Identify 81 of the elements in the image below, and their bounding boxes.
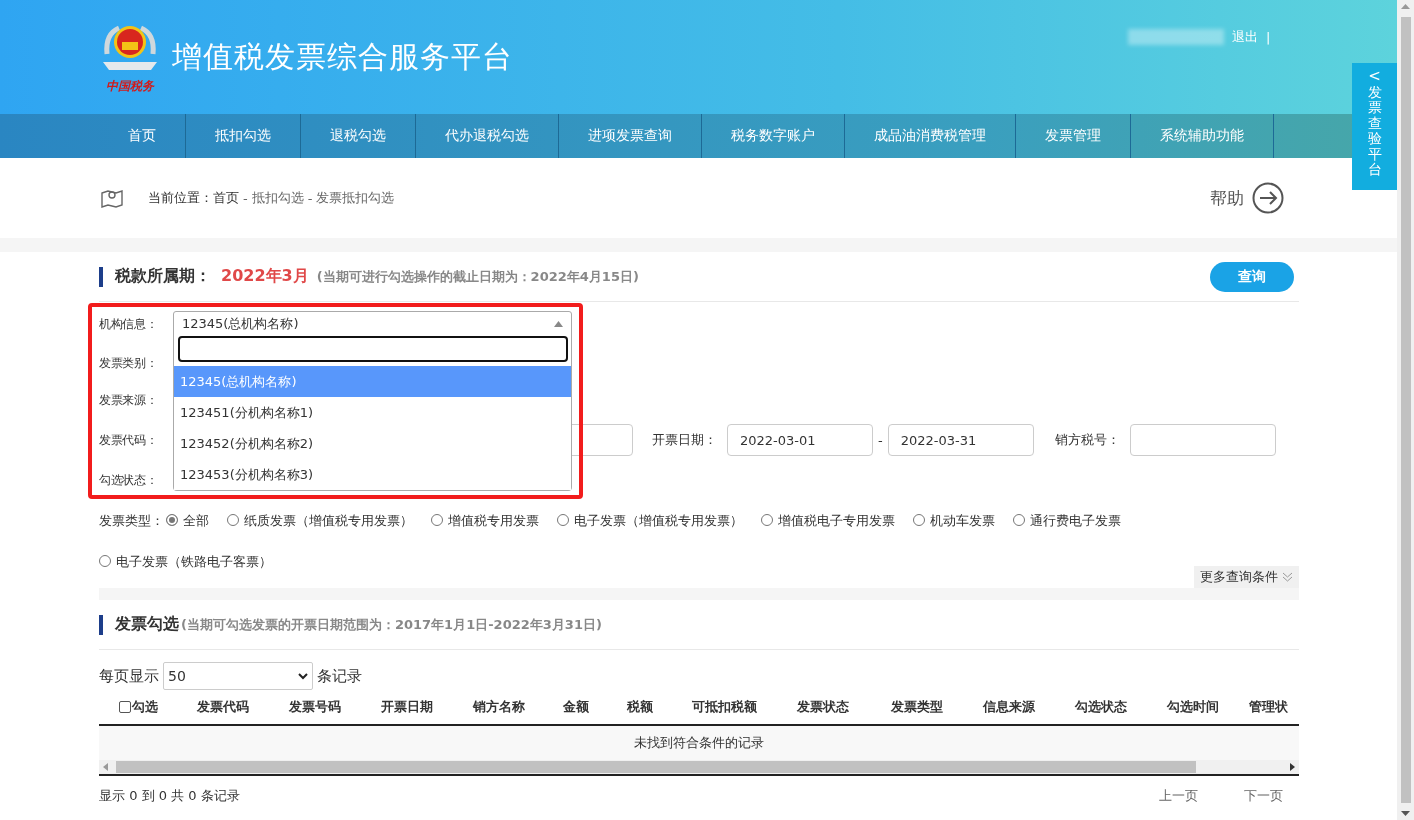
- next-page-link[interactable]: 下一页: [1244, 787, 1283, 805]
- column-header: 管理状: [1248, 698, 1289, 716]
- field-label: 发票来源：: [99, 391, 159, 409]
- column-header: 发票类型: [890, 698, 944, 716]
- radio-icon[interactable]: [913, 514, 925, 526]
- field-label: 发票类型：: [99, 513, 164, 528]
- column-header: 发票号码: [288, 698, 342, 716]
- scroll-left-icon[interactable]: [103, 763, 108, 771]
- column-header: 税额: [626, 698, 654, 716]
- column-header: 金额: [562, 698, 590, 716]
- select-all-checkbox[interactable]: [118, 701, 131, 713]
- nav-tab[interactable]: 抵扣勾选: [186, 114, 301, 158]
- site-title: 增值税发票综合服务平台: [172, 37, 513, 76]
- section-note: (当期可勾选发票的开票日期范围为：2017年1月1日-2022年3月31日): [181, 615, 602, 634]
- scroll-down-icon[interactable]: [1401, 811, 1410, 816]
- radio-icon[interactable]: [557, 514, 569, 526]
- chevron-down-icon: [1282, 572, 1293, 582]
- arrow-circle-icon: [1252, 182, 1284, 214]
- radio-option[interactable]: 增值税电子专用发票: [761, 513, 895, 528]
- page-size-select[interactable]: 50: [163, 662, 313, 690]
- breadcrumb-label: 当前位置：: [148, 189, 213, 207]
- radio-icon[interactable]: [227, 514, 239, 526]
- page-size-label: 每页显示: [99, 666, 159, 686]
- radio-icon[interactable]: [431, 514, 443, 526]
- radio-option[interactable]: 纸质发票（增值税专用发票）: [227, 513, 413, 528]
- column-header: 发票状态: [796, 698, 850, 716]
- radio-option[interactable]: 通行费电子发票: [1013, 513, 1121, 528]
- radio-option[interactable]: 机动车发票: [913, 513, 995, 528]
- breadcrumb-link[interactable]: 抵扣勾选: [251, 189, 304, 207]
- column-header: 勾选状态: [1074, 698, 1128, 716]
- nav-tab[interactable]: 首页: [99, 114, 186, 158]
- nav-tab[interactable]: 退税勾选: [301, 114, 416, 158]
- column-header: 勾选: [99, 698, 177, 716]
- period-label: 税款所属期：: [115, 266, 211, 287]
- column-header: 销方名称: [471, 698, 526, 716]
- page-size-label: 条记录: [317, 666, 362, 686]
- column-header: 发票代码: [196, 698, 250, 716]
- radio-icon[interactable]: [1013, 514, 1025, 526]
- empty-message: 未找到符合条件的记录: [99, 726, 1299, 760]
- period-value: 2022年3月: [221, 266, 309, 287]
- horizontal-scrollbar[interactable]: [99, 760, 1299, 776]
- column-header: 可抵扣税额: [690, 698, 758, 716]
- vertical-scrollbar[interactable]: [1397, 0, 1414, 820]
- column-header: 勾选时间: [1166, 698, 1220, 716]
- breadcrumb-link[interactable]: 首页: [213, 189, 239, 207]
- field-label: 开票日期：: [652, 431, 717, 449]
- radio-option[interactable]: 全部: [166, 513, 209, 528]
- radio-option[interactable]: 电子发票（铁路电子客票）: [99, 554, 272, 569]
- date-from-field[interactable]: 2022-03-01: [727, 424, 873, 456]
- more-conditions-button[interactable]: 更多查询条件: [1194, 566, 1299, 588]
- scroll-up-icon[interactable]: [1401, 4, 1410, 9]
- radio-icon[interactable]: [761, 514, 773, 526]
- date-to-field[interactable]: 2022-03-31: [887, 424, 1034, 456]
- radio-option[interactable]: 增值税专用发票: [431, 513, 539, 528]
- record-summary: 显示 0 到 0 共 0 条记录: [99, 787, 240, 805]
- radio-icon[interactable]: [99, 555, 111, 567]
- radio-option[interactable]: 电子发票（增值税专用发票）: [557, 513, 743, 528]
- breadcrumb-separator: -: [243, 190, 248, 206]
- field-label: 发票代码：: [99, 431, 159, 449]
- date-dash: -: [878, 432, 883, 448]
- chevron-down-icon: [298, 672, 308, 680]
- field-label: 发票类别：: [99, 354, 159, 372]
- period-note: (当期可进行勾选操作的截止日期为：2022年4月15日): [316, 267, 639, 286]
- breadcrumb-separator: -: [307, 190, 313, 206]
- seller-tax-field[interactable]: [1129, 424, 1276, 456]
- scroll-right-icon[interactable]: [1290, 763, 1295, 771]
- breadcrumb-link[interactable]: 发票抵扣勾选: [316, 189, 395, 207]
- location-icon: [100, 187, 124, 209]
- field-label: 勾选状态：: [99, 471, 159, 489]
- logo-text: 中国税务: [106, 77, 154, 95]
- section-title: 发票勾选: [115, 614, 179, 635]
- field-label: 机构信息：: [99, 315, 159, 333]
- column-header: 信息来源: [981, 698, 1036, 716]
- radio-icon[interactable]: [166, 514, 178, 526]
- caret-icon: [554, 321, 563, 327]
- prev-page-link[interactable]: 上一页: [1159, 787, 1198, 805]
- column-header: 开票日期: [380, 698, 434, 716]
- separator-text: |: [1266, 29, 1271, 45]
- dropdown-search-field[interactable]: [178, 336, 568, 362]
- field-label: 销方税号：: [1054, 431, 1120, 449]
- help-link[interactable]: 帮助: [1210, 182, 1284, 214]
